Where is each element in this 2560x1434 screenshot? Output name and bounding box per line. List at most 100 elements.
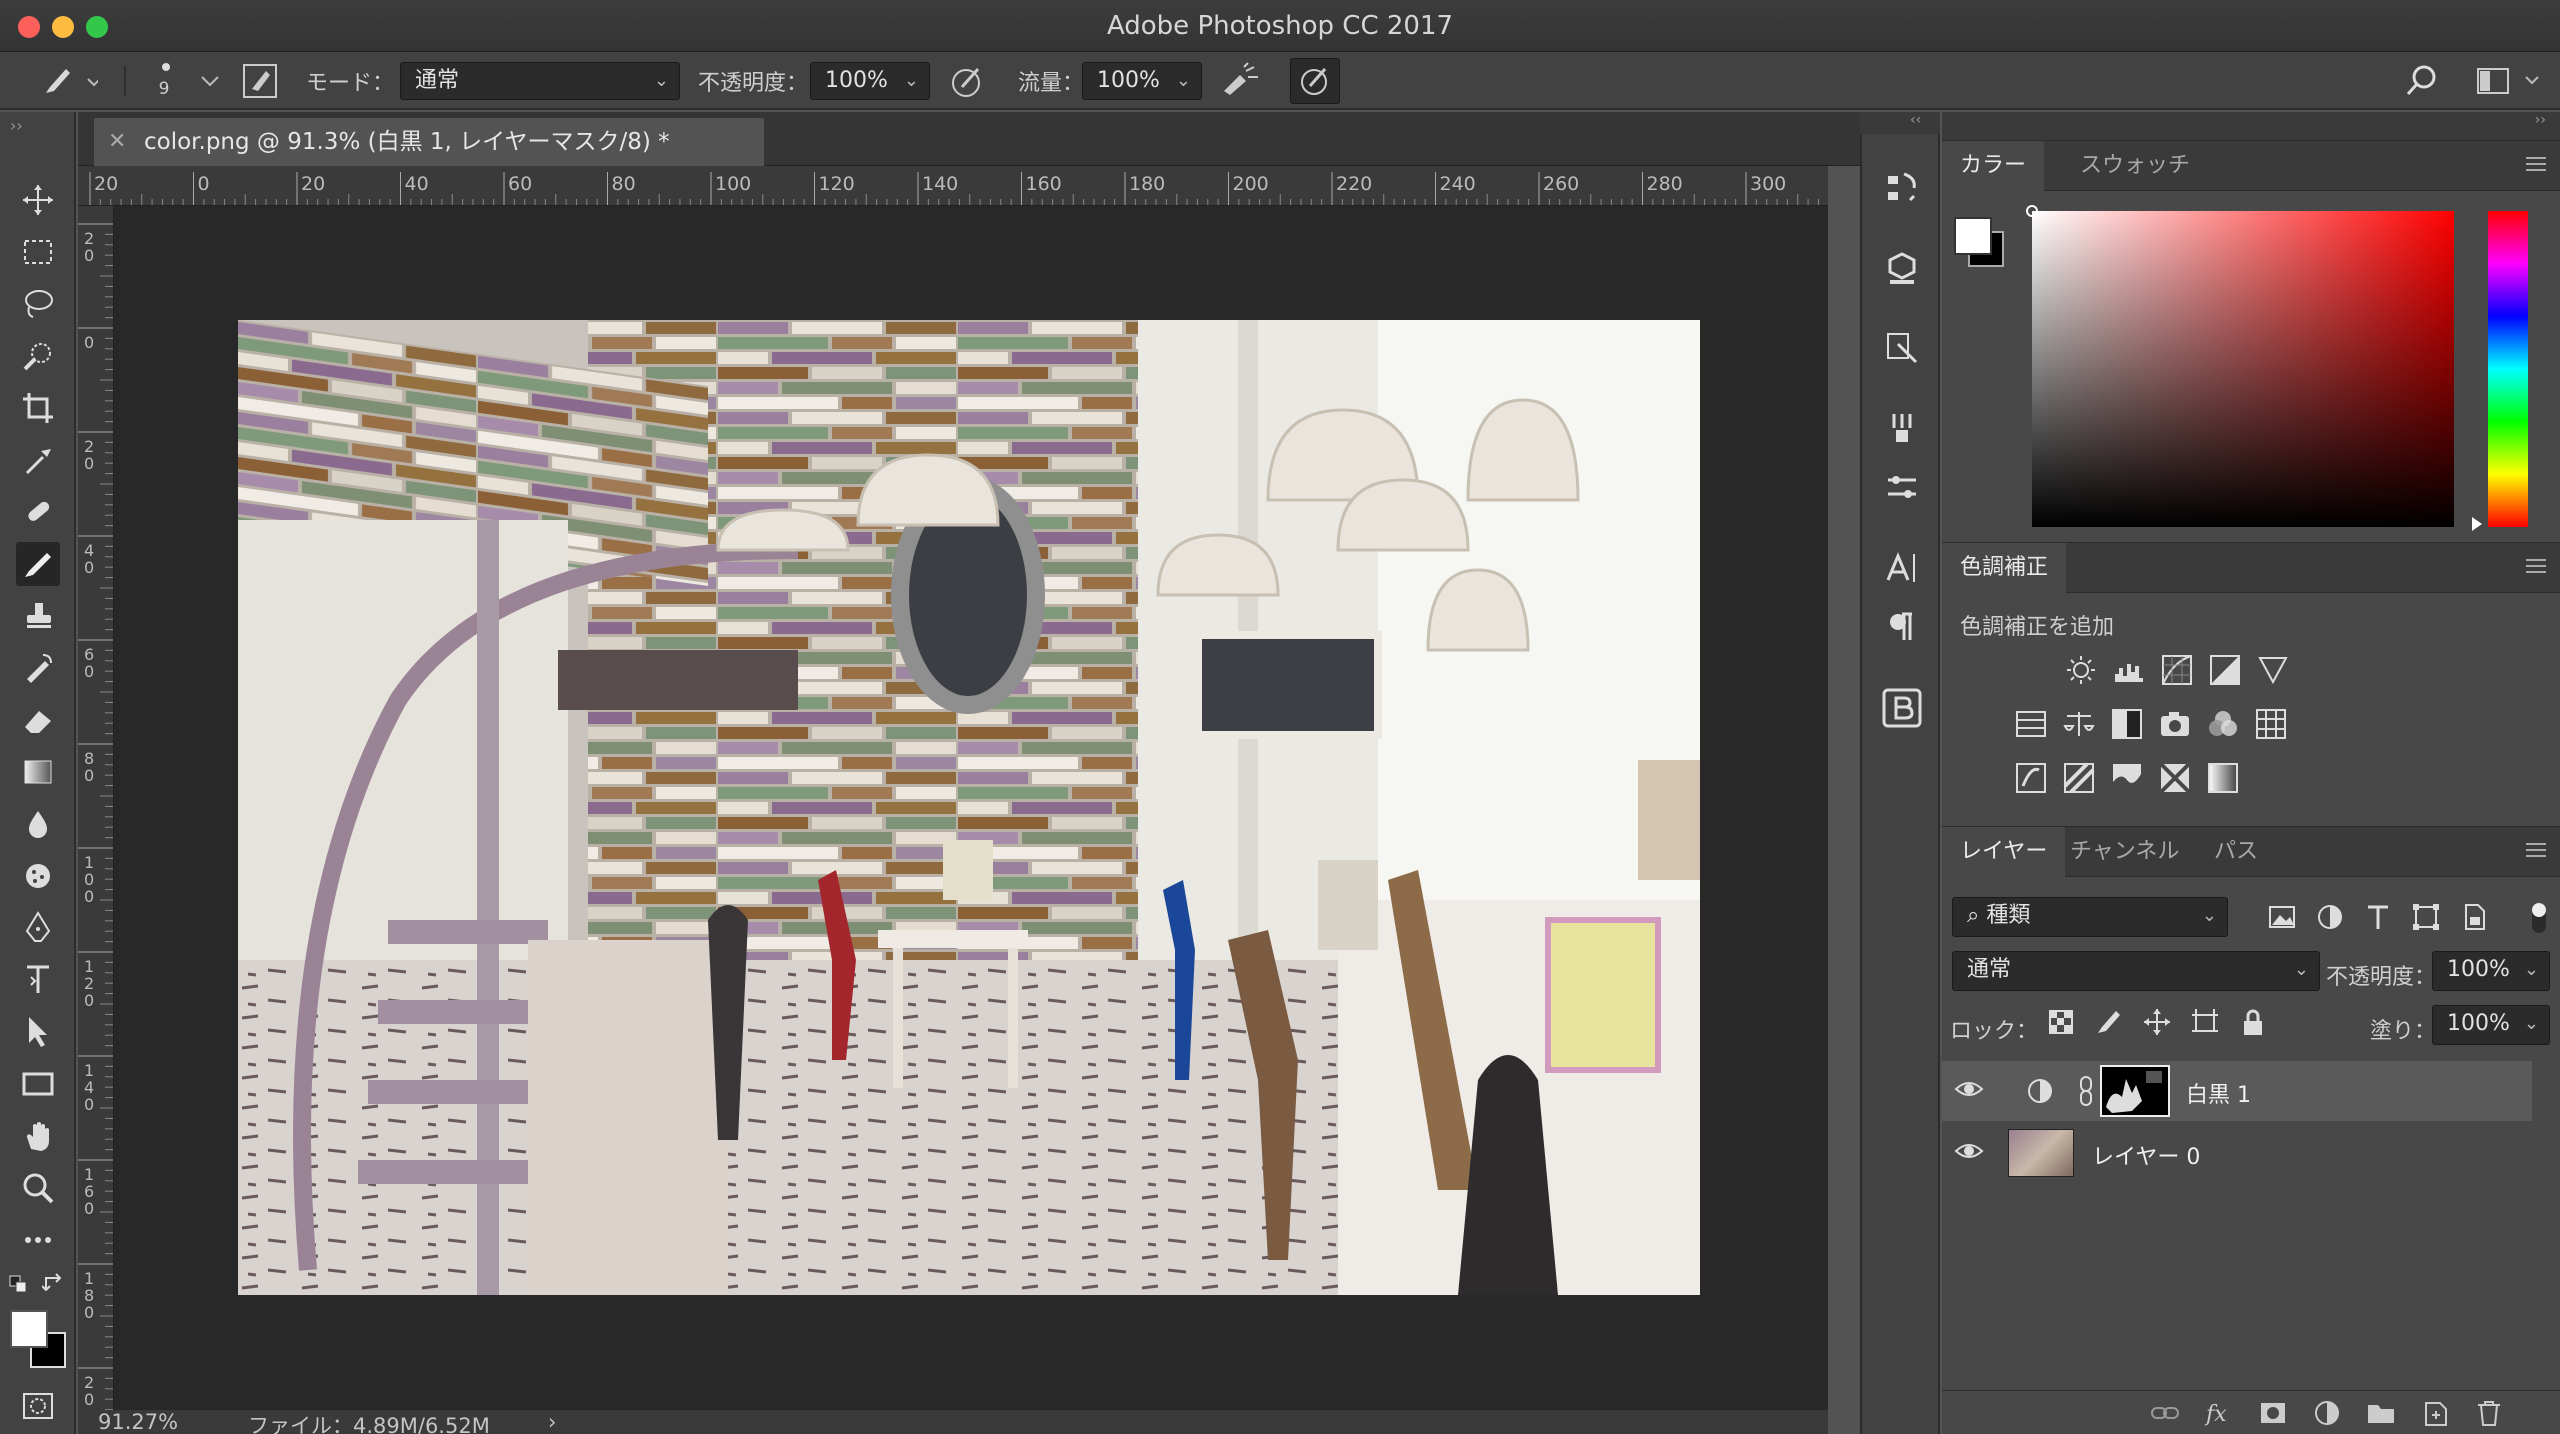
eraser-tool[interactable] bbox=[16, 698, 60, 742]
gradient-map-button[interactable] bbox=[2204, 759, 2242, 797]
photo-filter-button[interactable] bbox=[2156, 705, 2194, 743]
new-adjustment-icon[interactable] bbox=[2312, 1399, 2342, 1427]
blur-tool[interactable] bbox=[16, 802, 60, 846]
shape-filter-icon[interactable] bbox=[2410, 901, 2442, 933]
panel-menu-icon[interactable] bbox=[2526, 559, 2546, 577]
color-balance-button[interactable] bbox=[2060, 705, 2098, 743]
chain-link-icon[interactable] bbox=[2078, 1075, 2094, 1107]
style-panel-button[interactable] bbox=[1878, 684, 1926, 732]
tab-adjustments[interactable]: 色調補正 bbox=[1942, 543, 2067, 593]
gradient-tool[interactable] bbox=[16, 750, 60, 794]
posterize-button[interactable] bbox=[2060, 759, 2098, 797]
document-tab[interactable]: ✕ color.png @ 91.3% (白黒 1, レイヤーマスク/8) * bbox=[94, 118, 764, 166]
panel-menu-icon[interactable] bbox=[2526, 157, 2546, 175]
path-selection-tool[interactable] bbox=[16, 1010, 60, 1054]
new-layer-icon[interactable] bbox=[2420, 1399, 2450, 1427]
history-panel-button[interactable] bbox=[1878, 164, 1926, 212]
document-image[interactable] bbox=[238, 320, 1700, 1295]
mode-dropdown[interactable]: 通常 ⌄ bbox=[400, 62, 680, 100]
color-lookup-button[interactable] bbox=[2252, 705, 2290, 743]
3d-panel-button[interactable] bbox=[1878, 244, 1926, 292]
filter-toggle[interactable] bbox=[2532, 903, 2546, 933]
quick-selection-tool[interactable] bbox=[16, 334, 60, 378]
move-tool[interactable] bbox=[16, 178, 60, 222]
close-document-icon[interactable]: ✕ bbox=[108, 118, 126, 166]
black-white-button[interactable] bbox=[2108, 705, 2146, 743]
sponge-tool[interactable] bbox=[16, 854, 60, 898]
tab-paths[interactable]: パス bbox=[2196, 827, 2276, 877]
expand-tools-icon[interactable]: ›› bbox=[10, 116, 23, 135]
chevron-down-icon[interactable] bbox=[200, 75, 220, 87]
adjustment-filter-icon[interactable] bbox=[2314, 901, 2346, 933]
invert-button[interactable] bbox=[2012, 759, 2050, 797]
more-tools-button[interactable] bbox=[16, 1218, 60, 1262]
quick-mask-button[interactable] bbox=[16, 1384, 60, 1428]
brush-panel-toggle[interactable] bbox=[240, 52, 280, 110]
character-panel-button[interactable] bbox=[1878, 544, 1926, 592]
trash-icon[interactable] bbox=[2474, 1399, 2504, 1427]
canvas-area[interactable] bbox=[114, 206, 1828, 1414]
marquee-tool[interactable] bbox=[16, 230, 60, 274]
crop-tool[interactable] bbox=[16, 386, 60, 430]
history-brush-tool[interactable] bbox=[16, 646, 60, 690]
dock-collapse-bar[interactable]: ‹‹ bbox=[1860, 112, 1940, 134]
zoom-tool[interactable] bbox=[16, 1166, 60, 1210]
lock-position-icon[interactable] bbox=[2142, 1007, 2172, 1037]
airbrush-button[interactable] bbox=[1218, 52, 1262, 110]
type-filter-icon[interactable] bbox=[2362, 901, 2394, 933]
layer-name[interactable]: レイヤー 0 bbox=[2092, 1139, 2200, 1171]
lock-pixels-icon[interactable] bbox=[2094, 1007, 2124, 1037]
layer-name[interactable]: 白黒 1 bbox=[2186, 1077, 2251, 1109]
workspace-switcher[interactable] bbox=[2476, 52, 2546, 110]
eye-icon[interactable] bbox=[1954, 1077, 1984, 1101]
flow-field[interactable]: 100% ⌄ bbox=[1082, 62, 1202, 100]
file-size-info[interactable]: ファイル：4.89M/6.52M bbox=[248, 1410, 490, 1434]
brush-preset-picker[interactable]: 9 bbox=[148, 52, 170, 110]
folder-icon[interactable] bbox=[2366, 1399, 2396, 1427]
pressure-size-button[interactable] bbox=[1290, 52, 1340, 110]
swap-colors-button[interactable] bbox=[41, 1272, 66, 1300]
type-tool[interactable] bbox=[16, 958, 60, 1002]
vibrance-button[interactable] bbox=[2254, 651, 2292, 689]
fx-icon[interactable]: fx bbox=[2204, 1399, 2234, 1427]
eyedropper-tool[interactable] bbox=[16, 438, 60, 482]
layer-row[interactable]: レイヤー 0 bbox=[1942, 1123, 2532, 1183]
channel-mixer-button[interactable] bbox=[2204, 705, 2242, 743]
ruler-vertical[interactable]: 20020406080100120140160180200 bbox=[78, 206, 114, 1414]
search-button[interactable] bbox=[2404, 52, 2440, 110]
clone-source-panel-button[interactable] bbox=[1878, 324, 1926, 372]
smart-object-filter-icon[interactable] bbox=[2458, 901, 2490, 933]
pen-tool[interactable] bbox=[16, 906, 60, 950]
lock-artboard-icon[interactable] bbox=[2190, 1007, 2220, 1037]
brush-presets-panel-button[interactable] bbox=[1878, 404, 1926, 452]
curves-button[interactable] bbox=[2158, 651, 2196, 689]
lock-transparent-icon[interactable] bbox=[2046, 1007, 2076, 1037]
panel-menu-icon[interactable] bbox=[2526, 843, 2546, 861]
color-foreground-swatch[interactable] bbox=[1954, 217, 1992, 255]
default-colors-button[interactable] bbox=[8, 1274, 30, 1300]
link-layers-icon[interactable] bbox=[2150, 1399, 2180, 1427]
hue-saturation-button[interactable] bbox=[2012, 705, 2050, 743]
selective-color-button[interactable] bbox=[2156, 759, 2194, 797]
eye-icon[interactable] bbox=[1954, 1139, 1984, 1163]
color-picker-field[interactable] bbox=[2026, 205, 2454, 527]
brush-tool[interactable] bbox=[16, 542, 60, 586]
zoom-level[interactable]: 91.27% bbox=[98, 1410, 178, 1434]
add-mask-icon[interactable] bbox=[2258, 1399, 2288, 1427]
lock-all-icon[interactable] bbox=[2238, 1007, 2268, 1037]
layer-opacity-field[interactable]: 100% ⌄ bbox=[2432, 951, 2550, 991]
ruler-horizontal[interactable]: 20 0 20 40 60 80 100 120 140 160 180 200 220 240 260 28… bbox=[78, 166, 1828, 206]
tab-color[interactable]: カラー bbox=[1942, 141, 2045, 191]
layer-thumbnail[interactable] bbox=[2008, 1129, 2074, 1177]
expand-panels-icon[interactable]: ›› bbox=[2535, 112, 2546, 128]
layer-row[interactable]: 白黒 1 bbox=[1942, 1061, 2532, 1121]
hand-tool[interactable] bbox=[16, 1114, 60, 1158]
healing-brush-tool[interactable] bbox=[16, 490, 60, 534]
tab-channels[interactable]: チャンネル bbox=[2052, 827, 2197, 877]
status-menu-arrow-icon[interactable]: › bbox=[548, 1410, 556, 1434]
tool-preset-picker[interactable] bbox=[38, 52, 98, 110]
rectangle-tool[interactable] bbox=[16, 1062, 60, 1106]
layer-filter-dropdown[interactable]: ⌕ 種類 ⌄ bbox=[1952, 897, 2228, 937]
image-filter-icon[interactable] bbox=[2266, 901, 2298, 933]
blend-mode-dropdown[interactable]: 通常 ⌄ bbox=[1952, 951, 2320, 991]
